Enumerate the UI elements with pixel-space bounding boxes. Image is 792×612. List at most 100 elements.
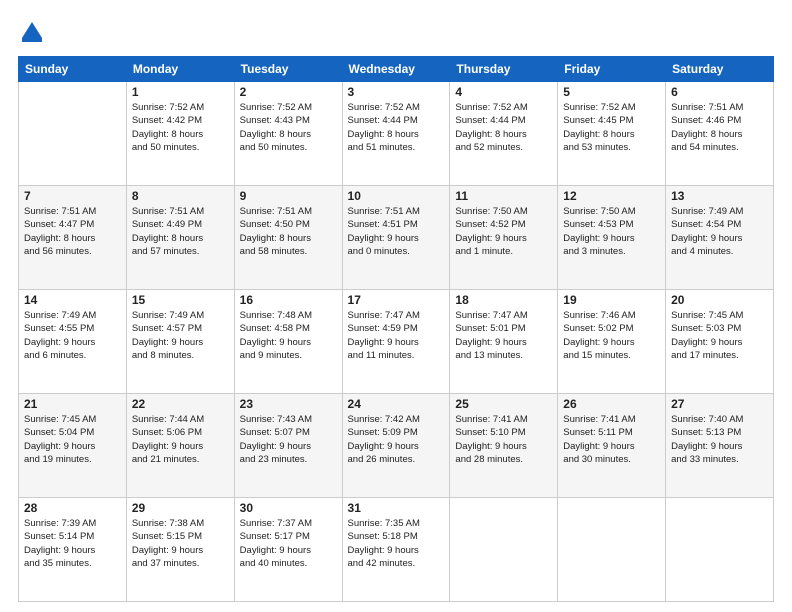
day-info: Sunrise: 7:52 AMSunset: 4:42 PMDaylight:… [132, 101, 229, 154]
day-info: Sunrise: 7:51 AMSunset: 4:47 PMDaylight:… [24, 205, 121, 258]
day-info: Sunrise: 7:41 AMSunset: 5:10 PMDaylight:… [455, 413, 552, 466]
day-number: 4 [455, 85, 552, 99]
day-info: Sunrise: 7:52 AMSunset: 4:45 PMDaylight:… [563, 101, 660, 154]
weekday-wednesday: Wednesday [342, 57, 450, 82]
calendar-cell: 29 Sunrise: 7:38 AMSunset: 5:15 PMDayligh… [126, 498, 234, 602]
day-number: 1 [132, 85, 229, 99]
day-info: Sunrise: 7:51 AMSunset: 4:51 PMDaylight:… [348, 205, 445, 258]
calendar-cell: 5 Sunrise: 7:52 AMSunset: 4:45 PMDaylight… [558, 82, 666, 186]
day-number: 15 [132, 293, 229, 307]
day-number: 10 [348, 189, 445, 203]
day-info: Sunrise: 7:46 AMSunset: 5:02 PMDaylight:… [563, 309, 660, 362]
day-info: Sunrise: 7:49 AMSunset: 4:57 PMDaylight:… [132, 309, 229, 362]
calendar-cell: 16 Sunrise: 7:48 AMSunset: 4:58 PMDayligh… [234, 290, 342, 394]
day-number: 22 [132, 397, 229, 411]
day-number: 26 [563, 397, 660, 411]
day-info: Sunrise: 7:51 AMSunset: 4:46 PMDaylight:… [671, 101, 768, 154]
day-number: 13 [671, 189, 768, 203]
calendar-cell: 1 Sunrise: 7:52 AMSunset: 4:42 PMDaylight… [126, 82, 234, 186]
calendar-cell: 22 Sunrise: 7:44 AMSunset: 5:06 PMDayligh… [126, 394, 234, 498]
weekday-friday: Friday [558, 57, 666, 82]
day-number: 31 [348, 501, 445, 515]
day-number: 6 [671, 85, 768, 99]
day-number: 20 [671, 293, 768, 307]
day-number: 8 [132, 189, 229, 203]
week-row-4: 21Sunrise: 7:45 AMSunset: 5:04 PMDayligh… [19, 394, 774, 498]
day-info: Sunrise: 7:43 AMSunset: 5:07 PMDaylight:… [240, 413, 337, 466]
day-number: 17 [348, 293, 445, 307]
day-info: Sunrise: 7:44 AMSunset: 5:06 PMDaylight:… [132, 413, 229, 466]
calendar-cell: 17 Sunrise: 7:47 AMSunset: 4:59 PMDayligh… [342, 290, 450, 394]
calendar-cell: 28 Sunrise: 7:39 AMSunset: 5:14 PMDayligh… [19, 498, 127, 602]
day-info: Sunrise: 7:51 AMSunset: 4:49 PMDaylight:… [132, 205, 229, 258]
day-info: Sunrise: 7:47 AMSunset: 5:01 PMDaylight:… [455, 309, 552, 362]
weekday-header-row: SundayMondayTuesdayWednesdayThursdayFrid… [19, 57, 774, 82]
weekday-sunday: Sunday [19, 57, 127, 82]
day-number: 14 [24, 293, 121, 307]
day-info: Sunrise: 7:52 AMSunset: 4:44 PMDaylight:… [348, 101, 445, 154]
day-info: Sunrise: 7:50 AMSunset: 4:52 PMDaylight:… [455, 205, 552, 258]
day-info: Sunrise: 7:42 AMSunset: 5:09 PMDaylight:… [348, 413, 445, 466]
calendar-cell: 24 Sunrise: 7:42 AMSunset: 5:09 PMDayligh… [342, 394, 450, 498]
day-info: Sunrise: 7:49 AMSunset: 4:54 PMDaylight:… [671, 205, 768, 258]
week-row-5: 28 Sunrise: 7:39 AMSunset: 5:14 PMDayligh… [19, 498, 774, 602]
calendar-cell [450, 498, 558, 602]
calendar-cell: 19 Sunrise: 7:46 AMSunset: 5:02 PMDayligh… [558, 290, 666, 394]
calendar-cell: 20 Sunrise: 7:45 AMSunset: 5:03 PMDayligh… [666, 290, 774, 394]
day-number: 3 [348, 85, 445, 99]
day-info: Sunrise: 7:41 AMSunset: 5:11 PMDaylight:… [563, 413, 660, 466]
day-number: 25 [455, 397, 552, 411]
calendar-cell [19, 82, 127, 186]
calendar-cell: 13 Sunrise: 7:49 AMSunset: 4:54 PMDayligh… [666, 186, 774, 290]
day-info: Sunrise: 7:52 AMSunset: 4:44 PMDaylight:… [455, 101, 552, 154]
day-number: 2 [240, 85, 337, 99]
day-info: Sunrise: 7:38 AMSunset: 5:15 PMDaylight:… [132, 517, 229, 570]
calendar-cell: 27 Sunrise: 7:40 AMSunset: 5:13 PMDayligh… [666, 394, 774, 498]
week-row-3: 14 Sunrise: 7:49 AMSunset: 4:55 PMDayligh… [19, 290, 774, 394]
calendar-cell: 7 Sunrise: 7:51 AMSunset: 4:47 PMDaylight… [19, 186, 127, 290]
day-info: Sunrise: 7:37 AMSunset: 5:17 PMDaylight:… [240, 517, 337, 570]
calendar-cell: 3 Sunrise: 7:52 AMSunset: 4:44 PMDaylight… [342, 82, 450, 186]
week-row-1: 1 Sunrise: 7:52 AMSunset: 4:42 PMDaylight… [19, 82, 774, 186]
weekday-saturday: Saturday [666, 57, 774, 82]
calendar-cell: 14 Sunrise: 7:49 AMSunset: 4:55 PMDayligh… [19, 290, 127, 394]
day-number: 5 [563, 85, 660, 99]
day-info: Sunrise: 7:39 AMSunset: 5:14 PMDaylight:… [24, 517, 121, 570]
page: SundayMondayTuesdayWednesdayThursdayFrid… [0, 0, 792, 612]
day-number: 27 [671, 397, 768, 411]
calendar-cell [666, 498, 774, 602]
week-row-2: 7 Sunrise: 7:51 AMSunset: 4:47 PMDaylight… [19, 186, 774, 290]
day-number: 19 [563, 293, 660, 307]
day-number: 12 [563, 189, 660, 203]
day-info: Sunrise: 7:45 AMSunset: 5:04 PMDaylight:… [24, 413, 121, 466]
calendar-cell: 4 Sunrise: 7:52 AMSunset: 4:44 PMDaylight… [450, 82, 558, 186]
calendar-cell: 12 Sunrise: 7:50 AMSunset: 4:53 PMDayligh… [558, 186, 666, 290]
weekday-thursday: Thursday [450, 57, 558, 82]
calendar-cell: 15 Sunrise: 7:49 AMSunset: 4:57 PMDayligh… [126, 290, 234, 394]
day-number: 16 [240, 293, 337, 307]
day-number: 7 [24, 189, 121, 203]
calendar-cell: 25 Sunrise: 7:41 AMSunset: 5:10 PMDayligh… [450, 394, 558, 498]
calendar-cell: 11Sunrise: 7:50 AMSunset: 4:52 PMDayligh… [450, 186, 558, 290]
day-info: Sunrise: 7:48 AMSunset: 4:58 PMDaylight:… [240, 309, 337, 362]
day-info: Sunrise: 7:40 AMSunset: 5:13 PMDaylight:… [671, 413, 768, 466]
day-info: Sunrise: 7:45 AMSunset: 5:03 PMDaylight:… [671, 309, 768, 362]
day-number: 24 [348, 397, 445, 411]
day-info: Sunrise: 7:49 AMSunset: 4:55 PMDaylight:… [24, 309, 121, 362]
day-info: Sunrise: 7:35 AMSunset: 5:18 PMDaylight:… [348, 517, 445, 570]
day-number: 29 [132, 501, 229, 515]
day-number: 30 [240, 501, 337, 515]
weekday-monday: Monday [126, 57, 234, 82]
calendar-cell: 30 Sunrise: 7:37 AMSunset: 5:17 PMDayligh… [234, 498, 342, 602]
calendar-cell: 6 Sunrise: 7:51 AMSunset: 4:46 PMDaylight… [666, 82, 774, 186]
day-info: Sunrise: 7:50 AMSunset: 4:53 PMDaylight:… [563, 205, 660, 258]
calendar-cell: 10 Sunrise: 7:51 AMSunset: 4:51 PMDayligh… [342, 186, 450, 290]
calendar-cell: 2Sunrise: 7:52 AMSunset: 4:43 PMDaylight… [234, 82, 342, 186]
calendar-cell: 9Sunrise: 7:51 AMSunset: 4:50 PMDaylight… [234, 186, 342, 290]
calendar-cell: 8 Sunrise: 7:51 AMSunset: 4:49 PMDaylight… [126, 186, 234, 290]
day-number: 23 [240, 397, 337, 411]
day-number: 28 [24, 501, 121, 515]
calendar-cell: 21Sunrise: 7:45 AMSunset: 5:04 PMDayligh… [19, 394, 127, 498]
calendar-cell: 31 Sunrise: 7:35 AMSunset: 5:18 PMDayligh… [342, 498, 450, 602]
day-info: Sunrise: 7:47 AMSunset: 4:59 PMDaylight:… [348, 309, 445, 362]
